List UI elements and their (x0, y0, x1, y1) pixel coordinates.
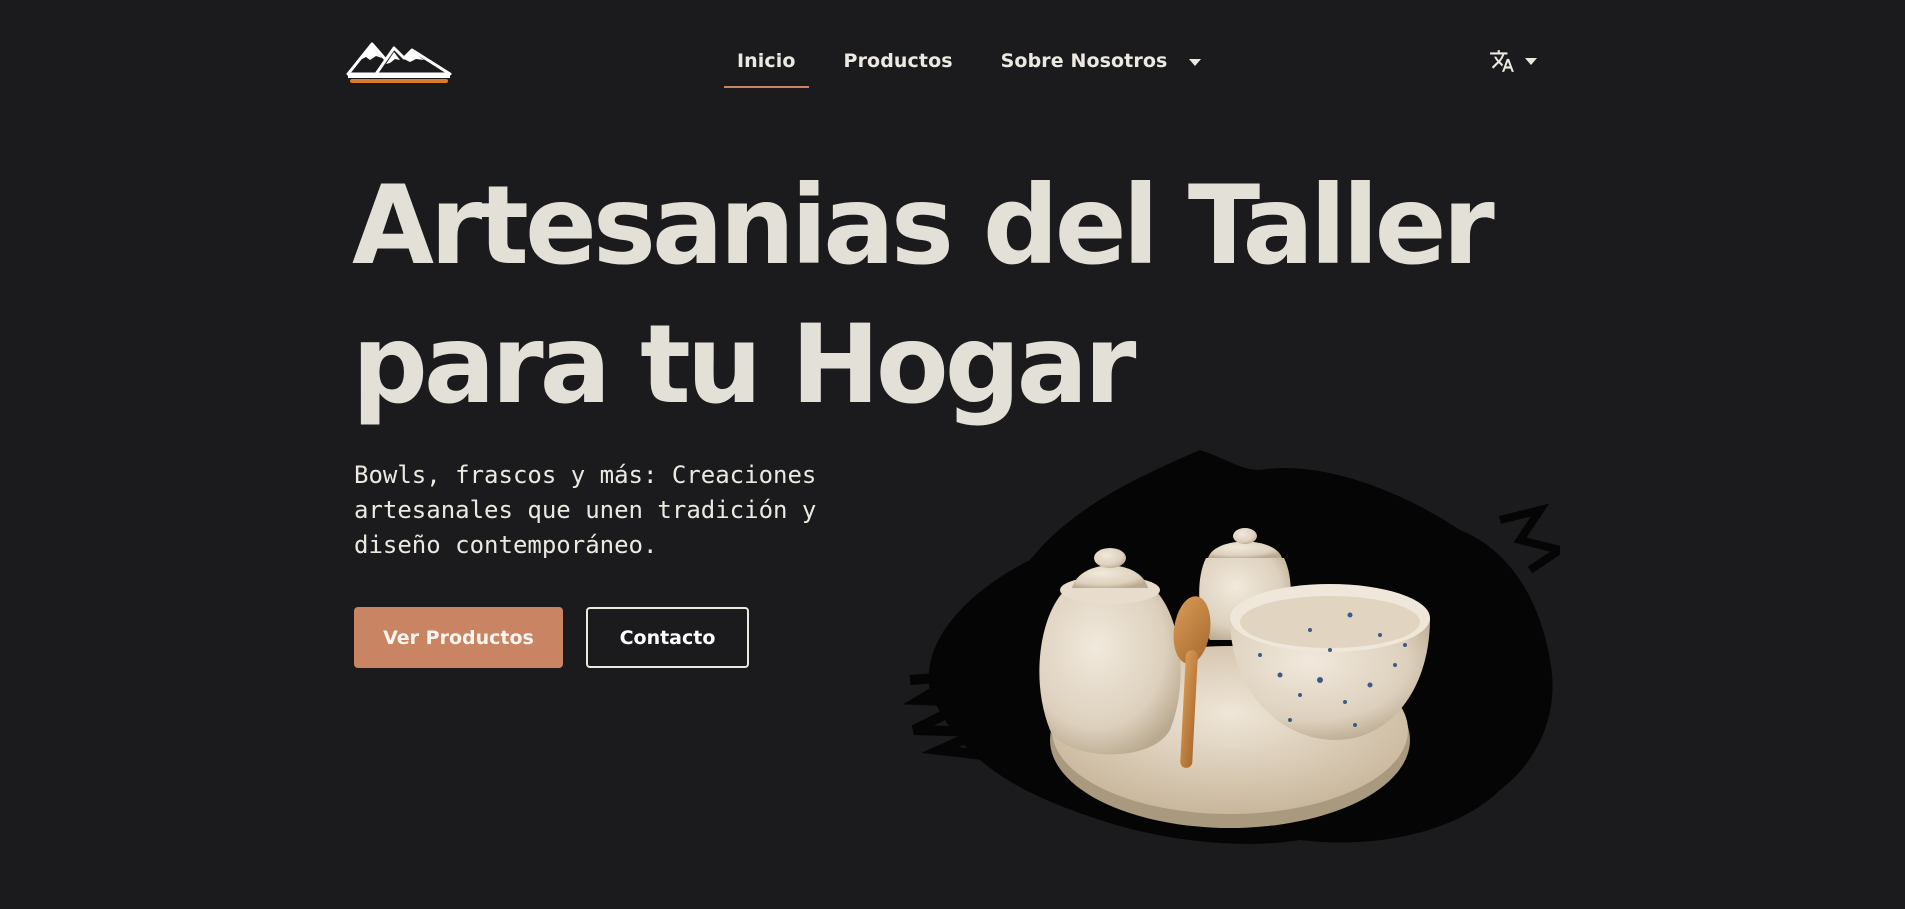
hero-title-line-1: Artesanias del Taller (352, 162, 1495, 289)
translate-icon (1490, 50, 1514, 72)
nav-item-label: Inicio (737, 50, 796, 72)
nav-item-sobre-nosotros[interactable]: Sobre Nosotros (988, 44, 1215, 88)
site-header: Inicio Productos Sobre Nosotros (0, 0, 1905, 110)
hero-title: Artesanias del Taller para tu Hogar (352, 156, 1552, 434)
nav-item-inicio[interactable]: Inicio (724, 44, 809, 88)
mountain-logo-icon[interactable] (346, 38, 452, 86)
hero-subtitle: Bowls, frascos y más: Creaciones artesan… (354, 461, 817, 559)
ceramics-product-image (903, 450, 1560, 844)
nav-item-label: Productos (843, 50, 953, 72)
hero-title-line-2: para tu Hogar (352, 301, 1136, 428)
ver-productos-button[interactable]: Ver Productos (354, 607, 563, 668)
main-nav: Inicio Productos Sobre Nosotros (724, 44, 1214, 90)
nav-item-productos[interactable]: Productos (831, 44, 966, 88)
chevron-down-icon (1189, 59, 1202, 66)
language-selector[interactable] (1489, 48, 1537, 74)
contacto-button[interactable]: Contacto (586, 607, 749, 668)
nav-item-label: Sobre Nosotros (1000, 50, 1168, 72)
chevron-down-icon (1525, 57, 1537, 65)
